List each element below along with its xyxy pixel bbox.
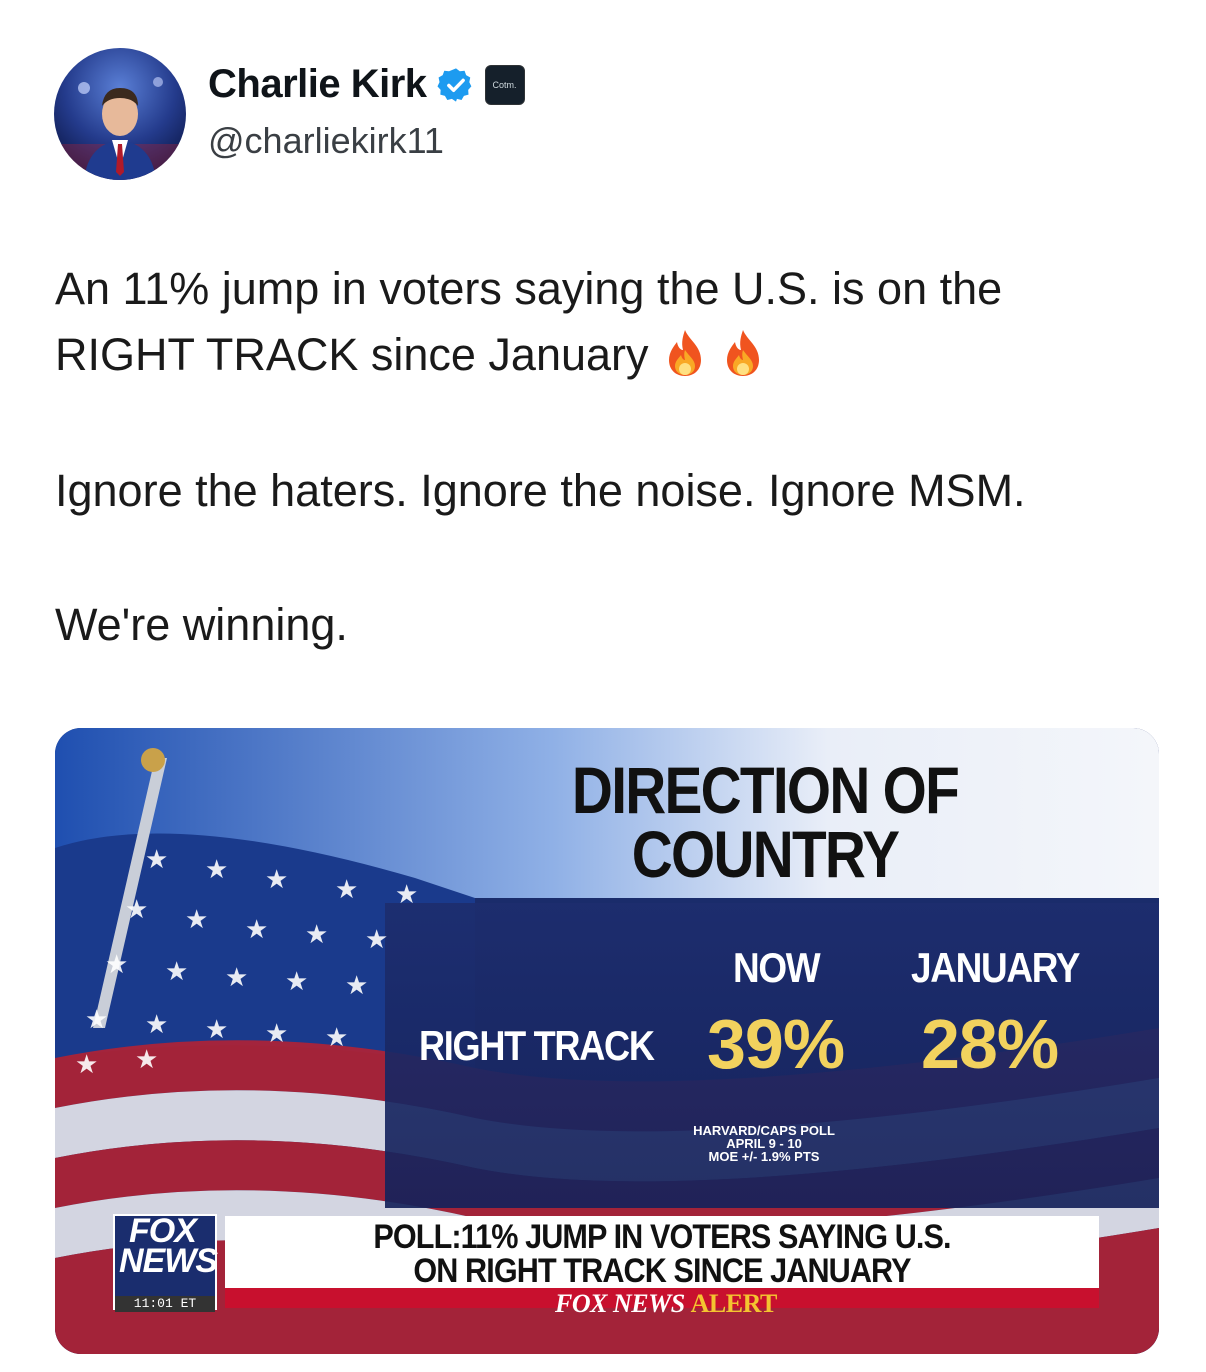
graphic-headline: DIRECTION OF COUNTRY	[533, 753, 997, 891]
svg-text:★: ★	[325, 1023, 348, 1053]
logo-line-2: NEWS	[119, 1242, 218, 1280]
tweet-card: Charlie Kirk Cotm. @charliekirk11 An 11%…	[0, 0, 1206, 1372]
column-header-january: JANUARY	[911, 944, 1080, 991]
svg-text:★: ★	[345, 971, 368, 1001]
svg-text:★: ★	[145, 845, 168, 875]
ticker-line-1: POLL:11% JUMP IN VOTERS SAYING U.S.	[373, 1218, 951, 1256]
author-handle[interactable]: @charliekirk11	[208, 120, 444, 162]
poll-source: HARVARD/CAPS POLL APRIL 9 - 10 MOE +/- 1…	[669, 1124, 859, 1163]
source-line-3: MOE +/- 1.9% PTS	[708, 1149, 820, 1164]
value-january: 28%	[921, 1005, 1059, 1083]
verified-badge-icon	[437, 66, 475, 104]
author-display-name[interactable]: Charlie Kirk	[208, 62, 427, 107]
svg-text:★: ★	[125, 895, 148, 925]
column-header-now: NOW	[733, 944, 821, 991]
headline-line-2: COUNTRY	[631, 817, 900, 891]
tweet-line-1: An 11% jump in voters saying the U.S. is…	[55, 263, 1003, 314]
tweet-media-image[interactable]: ★ ★ ★ ★ ★ ★ ★ ★ ★ ★ ★ ★ ★ ★ ★ ★ ★ ★ ★ ★	[55, 728, 1159, 1354]
svg-text:★: ★	[85, 1005, 108, 1035]
tweet-line-2: RIGHT TRACK since January	[55, 322, 1165, 388]
broadcast-clock: 11:01 ET	[115, 1296, 215, 1312]
value-now: 39%	[707, 1005, 845, 1083]
svg-text:★: ★	[225, 963, 248, 993]
svg-text:★: ★	[165, 957, 188, 987]
fox-news-alert: FOX NEWS ALERT	[555, 1289, 778, 1318]
fire-icon	[721, 328, 765, 378]
tweet-line-3: Ignore the haters. Ignore the noise. Ign…	[55, 465, 1026, 516]
svg-text:★: ★	[395, 880, 418, 910]
svg-text:★: ★	[265, 1019, 288, 1049]
tweet-line-4: We're winning.	[55, 599, 348, 650]
svg-text:★: ★	[185, 905, 208, 935]
svg-text:★: ★	[365, 925, 388, 955]
svg-text:★: ★	[205, 855, 228, 885]
news-ticker: POLL:11% JUMP IN VOTERS SAYING U.S. ON R…	[225, 1216, 1099, 1317]
svg-text:★: ★	[285, 967, 308, 997]
row-label-right-track: RIGHT TRACK	[419, 1022, 655, 1069]
svg-text:★: ★	[75, 1050, 98, 1080]
fox-news-logo-text: FOX NEWS	[119, 1214, 218, 1280]
svg-text:★: ★	[265, 865, 288, 895]
svg-text:★: ★	[145, 1010, 168, 1040]
ticker-text: POLL:11% JUMP IN VOTERS SAYING U.S. ON R…	[269, 1220, 1056, 1288]
tweet-text: An 11% jump in voters saying the U.S. is…	[55, 256, 1165, 658]
fire-icon	[663, 328, 707, 378]
svg-text:★: ★	[305, 920, 328, 950]
svg-text:★: ★	[205, 1015, 228, 1045]
svg-text:★: ★	[245, 915, 268, 945]
svg-text:★: ★	[105, 950, 128, 980]
svg-text:★: ★	[335, 875, 358, 905]
alert-word: ALERT	[690, 1289, 778, 1318]
avatar[interactable]	[54, 48, 186, 180]
alert-fox: FOX NEWS	[555, 1289, 685, 1318]
tweet-line-2-text: RIGHT TRACK since January	[55, 329, 649, 380]
ticker-line-2: ON RIGHT TRACK SINCE JANUARY	[413, 1252, 911, 1290]
svg-text:★: ★	[135, 1045, 158, 1075]
headline-line-1: DIRECTION OF	[571, 753, 960, 827]
affiliation-badge-icon[interactable]: Cotm.	[484, 64, 525, 105]
author-name-row: Charlie Kirk Cotm.	[208, 62, 525, 107]
